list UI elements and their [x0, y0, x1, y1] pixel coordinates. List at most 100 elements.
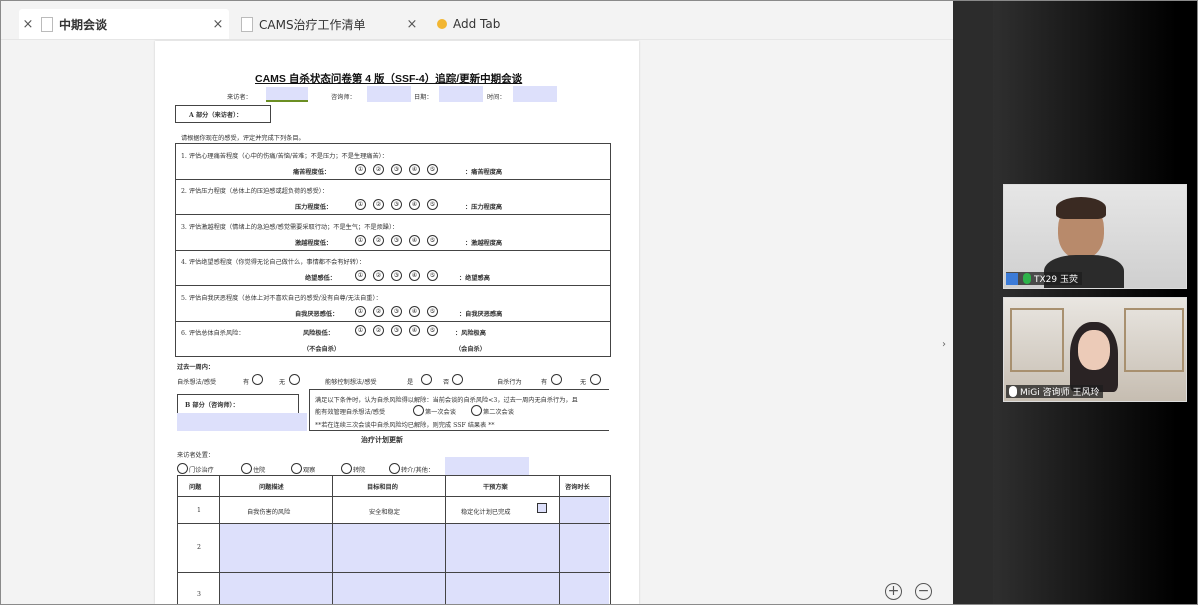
- rating-item-3-option-4[interactable]: ④: [409, 235, 420, 246]
- first-session-label: 第一次会谈: [425, 409, 456, 416]
- rating-item-3-option-1[interactable]: ①: [355, 235, 366, 246]
- visitor-field[interactable]: [266, 87, 308, 102]
- rating-item-5-option-1[interactable]: ①: [355, 306, 366, 317]
- disposition-outpatient: 门诊治疗: [189, 467, 214, 474]
- first-session-radio[interactable]: [413, 405, 424, 416]
- divider: [559, 475, 560, 604]
- rating-item-4-option-3[interactable]: ③: [391, 270, 402, 281]
- divider: [309, 389, 310, 431]
- item-1-text: 1. 评估心理痛苦程度（心中的伤痛/苦恼/苦难；不是压力；不是生理痛苦）：: [181, 153, 388, 160]
- rating-item-1-option-5[interactable]: ⑤: [427, 164, 438, 175]
- counselor-field[interactable]: [367, 86, 411, 102]
- q3-yes-radio[interactable]: [551, 374, 562, 385]
- background-shelf: [1124, 308, 1184, 372]
- divider: [445, 475, 446, 604]
- lightbulb-icon: [437, 19, 447, 29]
- disposition-radio-other[interactable]: [389, 463, 400, 474]
- row-1-plan: 稳定化计划已完成: [461, 509, 511, 516]
- rating-item-1-option-2[interactable]: ②: [373, 164, 384, 175]
- part-b-field[interactable]: [177, 413, 307, 431]
- document-icon: [41, 16, 53, 32]
- video-panel: TX29 玉荧 MiGi 咨询师 王风玲: [993, 1, 1197, 604]
- rating-item-6-option-5[interactable]: ⑤: [427, 325, 438, 336]
- mic-active-icon: [1023, 273, 1031, 284]
- video-tile-2[interactable]: MiGi 咨询师 王风玲: [1003, 297, 1187, 402]
- document-page: CAMS 自杀状态问卷第 4 版（SSF-4）追踪/更新中期会谈 来访者： 咨询…: [155, 41, 639, 604]
- disposition-other-field[interactable]: [445, 457, 529, 475]
- row-1-checkbox[interactable]: [537, 503, 547, 513]
- rating-item-4-option-4[interactable]: ④: [409, 270, 420, 281]
- rating-item-1-option-1[interactable]: ①: [355, 164, 366, 175]
- disposition-radio-inpatient[interactable]: [241, 463, 252, 474]
- rating-item-2-option-2[interactable]: ②: [373, 199, 384, 210]
- close-tab-icon[interactable]: ×: [403, 17, 421, 32]
- rating-item-4-option-1[interactable]: ①: [355, 270, 366, 281]
- header-goals: 目标和目的: [367, 484, 398, 491]
- q2-yes-radio[interactable]: [421, 374, 432, 385]
- item-3-high: ：激越程度高: [465, 240, 503, 247]
- header-duration: 咨询时长: [565, 484, 590, 491]
- rating-item-6-option-4[interactable]: ④: [409, 325, 420, 336]
- date-field[interactable]: [439, 86, 483, 102]
- q2-label: 能够控制想法/感受: [325, 379, 377, 386]
- rating-item-4-option-2[interactable]: ②: [373, 270, 384, 281]
- rating-item-6-option-1[interactable]: ①: [355, 325, 366, 336]
- divider: [175, 179, 611, 180]
- disposition-radio-observe[interactable]: [291, 463, 302, 474]
- zoom-out-button[interactable]: −: [915, 583, 932, 600]
- item-1-high: ：痛苦程度高: [465, 169, 503, 176]
- tab-add[interactable]: Add Tab: [431, 9, 521, 39]
- rating-item-6-option-2[interactable]: ②: [373, 325, 384, 336]
- rating-item-2-option-3[interactable]: ③: [391, 199, 402, 210]
- close-tab-icon[interactable]: ×: [209, 17, 227, 32]
- participant-hair: [1056, 197, 1106, 219]
- zoom-in-button[interactable]: +: [885, 583, 902, 600]
- disposition-label: 来访者处置：: [177, 452, 215, 459]
- q2-no-radio[interactable]: [452, 374, 463, 385]
- item-2-low: 压力程度低：: [295, 204, 333, 211]
- rating-item-3-option-2[interactable]: ②: [373, 235, 384, 246]
- tab-midterm-session[interactable]: × 中期会谈 ×: [19, 9, 229, 39]
- video-tile-1[interactable]: TX29 玉荧: [1003, 184, 1187, 289]
- item-5-text: 5. 评估自我厌恶程度（总体上对不喜欢自己的感受/没有自尊/无法自重）：: [181, 295, 382, 302]
- collapse-arrow-icon[interactable]: ›: [942, 339, 946, 350]
- q1-label: 自杀想法/感受: [177, 379, 217, 386]
- rating-item-3-option-3[interactable]: ③: [391, 235, 402, 246]
- rating-item-2-option-4[interactable]: ④: [409, 199, 420, 210]
- rating-item-3-option-5[interactable]: ⑤: [427, 235, 438, 246]
- rating-item-5-option-2[interactable]: ②: [373, 306, 384, 317]
- rating-item-6-option-3[interactable]: ③: [391, 325, 402, 336]
- rating-item-5-option-5[interactable]: ⑤: [427, 306, 438, 317]
- second-session-radio[interactable]: [471, 405, 482, 416]
- item-2-high: ：压力程度高: [465, 204, 503, 211]
- disposition-radio-transfer[interactable]: [341, 463, 352, 474]
- header-intervention: 干预方案: [483, 484, 508, 491]
- header-description: 问题描述: [259, 484, 284, 491]
- q1-no-radio[interactable]: [289, 374, 300, 385]
- tab-cams-checklist[interactable]: CAMS治疗工作清单 ×: [237, 9, 417, 39]
- divider: [309, 389, 609, 390]
- date-label: 日期：: [414, 94, 433, 101]
- q2-no: 否: [443, 379, 450, 386]
- item-2-text: 2. 评估压力程度（总体上的压迫感或超负荷的感受）：: [181, 188, 329, 195]
- rating-item-5-option-3[interactable]: ③: [391, 306, 402, 317]
- rating-item-2-option-5[interactable]: ⑤: [427, 199, 438, 210]
- counselor-label: 咨询师：: [331, 94, 356, 101]
- rating-item-5-option-4[interactable]: ④: [409, 306, 420, 317]
- q1-yes-radio[interactable]: [252, 374, 263, 385]
- rating-item-4-option-5[interactable]: ⑤: [427, 270, 438, 281]
- rating-item-1-option-3[interactable]: ③: [391, 164, 402, 175]
- item-5-low: 自我厌恶感低：: [295, 311, 339, 318]
- time-field[interactable]: [513, 86, 557, 102]
- app-window: × 中期会谈 × CAMS治疗工作清单 × Add Tab CAMS 自杀状态问…: [0, 0, 1198, 605]
- rating-item-2-option-1[interactable]: ①: [355, 199, 366, 210]
- rating-item-1-option-4[interactable]: ④: [409, 164, 420, 175]
- close-tab-icon[interactable]: ×: [19, 17, 37, 32]
- row-1-desc: 自我伤害的风险: [247, 509, 291, 516]
- resolution-note-1: 满足以下条件时，认为自杀风险得以解除：当前会谈的自杀风险<3，过去一周内无自杀行…: [315, 397, 578, 404]
- q3-no-radio[interactable]: [590, 374, 601, 385]
- divider: [219, 475, 220, 604]
- second-session-label: 第二次会谈: [483, 409, 514, 416]
- disposition-radio-outpatient[interactable]: [177, 463, 188, 474]
- background-shelf: [1010, 308, 1064, 372]
